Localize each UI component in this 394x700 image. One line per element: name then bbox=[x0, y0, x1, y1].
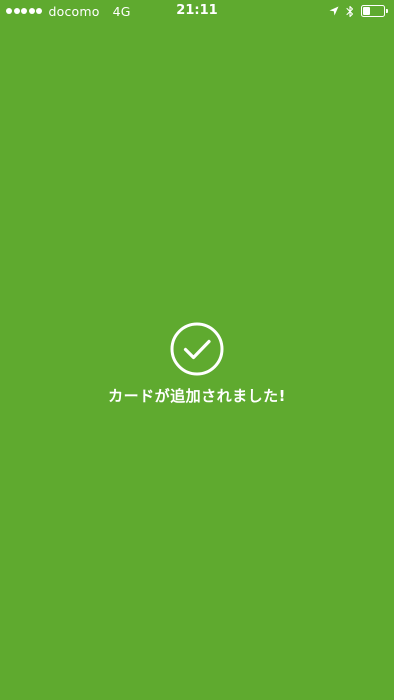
status-bar: docomo 4G 21:11 bbox=[0, 0, 394, 22]
battery-body bbox=[361, 5, 385, 17]
bluetooth-icon bbox=[346, 5, 354, 17]
battery-cap bbox=[386, 9, 388, 13]
location-arrow-icon bbox=[329, 6, 339, 16]
success-message: カードが追加されました! bbox=[108, 387, 286, 405]
battery-icon bbox=[361, 5, 388, 17]
status-right bbox=[322, 4, 388, 18]
check-circle-icon bbox=[170, 322, 224, 376]
battery-level-fill bbox=[363, 7, 370, 15]
confirmation-panel: カードが追加されました! bbox=[0, 322, 394, 406]
